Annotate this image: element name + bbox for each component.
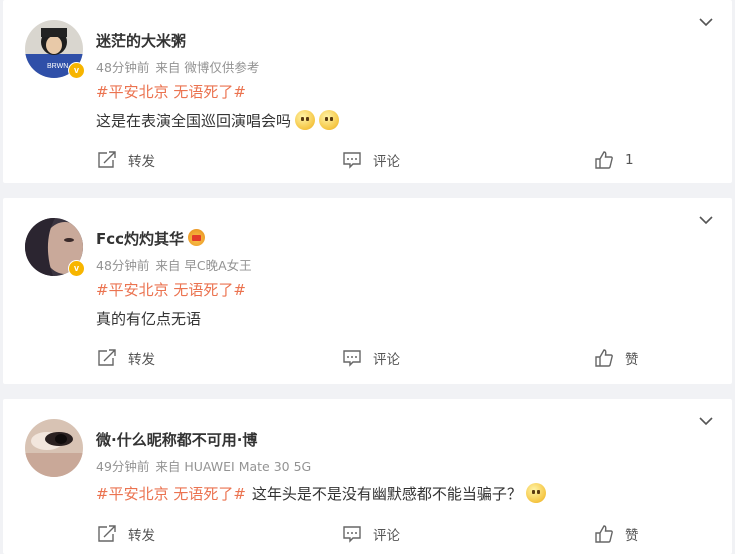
thumbs-up-icon [595,151,613,169]
comment-label: 评论 [373,528,400,544]
repost-button[interactable]: 转发 [96,524,155,544]
thinking-emoji-icon [525,483,546,503]
comment-text: 这是在表演全国巡回演唱会吗 [96,110,340,131]
username[interactable]: 迷茫的大米粥 [96,30,186,51]
like-label: 赞 [625,528,639,544]
verified-badge-icon: v [68,62,85,79]
comment-time[interactable]: 48分钟前 [96,60,149,75]
dizzy-emoji-icon [319,110,340,130]
comment-label: 评论 [373,154,400,170]
verified-badge-icon: v [68,260,85,277]
comment-time[interactable]: 48分钟前 [96,258,149,273]
comment-card: 微·什么昵称都不可用·博 49分钟前 来自 HUAWEI Mate 30 5G #… [3,399,732,554]
comment-icon [343,350,361,367]
thumbs-up-icon [595,525,613,543]
topic-link[interactable]: #平安北京 无语死了# [96,279,246,300]
comment-source: 来自 微博仅供参考 [155,60,260,75]
comment-text-body: 这是在表演全国巡回演唱会吗 [96,112,292,130]
comment-button[interactable]: 评论 [341,150,400,170]
repost-label: 转发 [128,528,155,544]
username[interactable]: Fcc灼灼其华 [96,228,206,249]
repost-button[interactable]: 转发 [96,348,155,368]
member-crown-icon [188,229,206,246]
comment-source: 来自 HUAWEI Mate 30 5G [155,459,312,474]
comment-text: 这年头是不是没有幽默感都不能当骗子？ [251,485,522,503]
svg-text:BRWN: BRWN [47,63,68,70]
like-count: 1 [625,152,634,168]
like-button[interactable]: 1 [593,150,634,170]
comment-icon [343,152,361,169]
comment-card: BRWN v 迷茫的大米粥 48分钟前 来自 微博仅供参考 #平安北京 无语死了#… [3,0,732,183]
repost-icon [98,525,116,542]
comment-label: 评论 [373,352,400,368]
comment-icon [343,526,361,543]
dizzy-emoji-icon [295,110,316,130]
comment-meta: 48分钟前 来自 微博仅供参考 [96,57,265,76]
like-button[interactable]: 赞 [593,524,639,544]
chevron-down-icon[interactable] [698,14,714,30]
repost-label: 转发 [128,154,155,170]
comment-text: 真的有亿点无语 [96,310,202,328]
repost-icon [98,349,116,366]
repost-label: 转发 [128,352,155,368]
like-label: 赞 [625,352,639,368]
comment-source: 来自 早C晚A女王 [155,258,252,273]
topic-link[interactable]: #平安北京 无语死了# [96,485,246,503]
comment-card: v Fcc灼灼其华 48分钟前 来自 早C晚A女王 #平安北京 无语死了# 真的有… [3,198,732,384]
comment-meta: 49分钟前 来自 HUAWEI Mate 30 5G [96,456,317,475]
chevron-down-icon[interactable] [698,413,714,429]
username[interactable]: 微·什么昵称都不可用·博 [96,429,257,450]
username-text: Fcc灼灼其华 [96,230,185,248]
comment-meta: 48分钟前 来自 早C晚A女王 [96,255,258,274]
chevron-down-icon[interactable] [698,212,714,228]
topic-line: #平安北京 无语死了# 这年头是不是没有幽默感都不能当骗子？ [96,483,546,504]
like-button[interactable]: 赞 [593,348,639,368]
repost-icon [98,151,116,168]
avatar[interactable] [25,419,83,477]
comment-button[interactable]: 评论 [341,348,400,368]
comment-button[interactable]: 评论 [341,524,400,544]
comment-time[interactable]: 49分钟前 [96,459,149,474]
repost-button[interactable]: 转发 [96,150,155,170]
thumbs-up-icon [595,349,613,367]
topic-link[interactable]: #平安北京 无语死了# [96,81,246,102]
